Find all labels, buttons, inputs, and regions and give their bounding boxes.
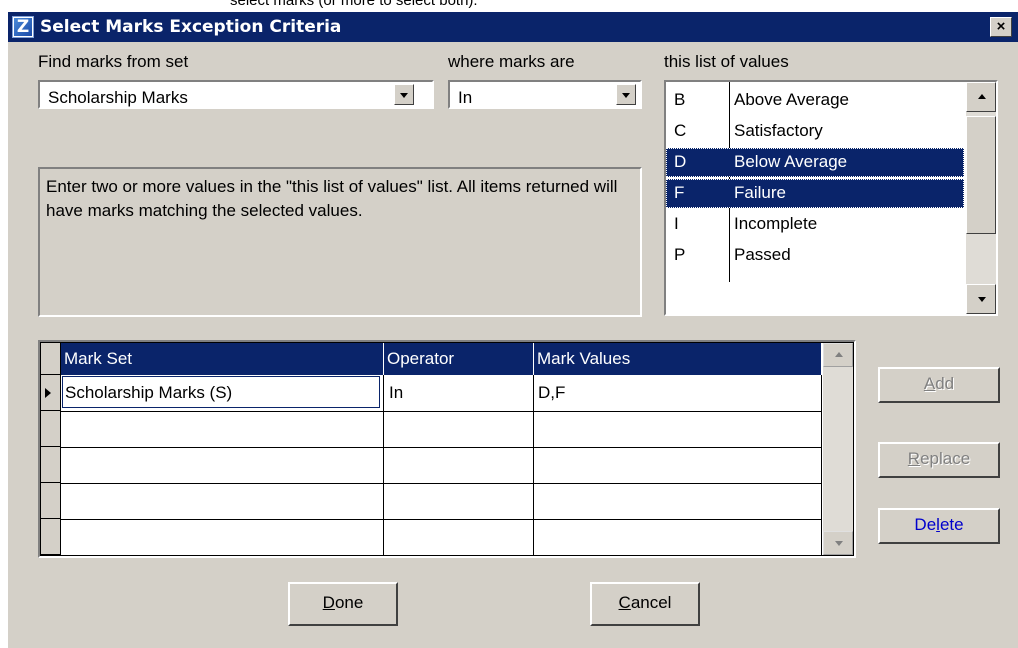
chevron-down-icon (622, 93, 630, 98)
arrow-down-icon (835, 541, 843, 546)
row-selector[interactable] (41, 447, 61, 483)
operator-value: In (458, 88, 473, 107)
column-header-mark-values[interactable]: Mark Values (534, 343, 821, 375)
list-item-code: P (674, 245, 686, 264)
header-corner (41, 343, 61, 375)
criteria-grid[interactable]: Mark Set Operator Mark Values Scholarshi… (38, 340, 856, 558)
list-item-code: C (674, 121, 687, 140)
delete-button[interactable]: Delete (878, 508, 1000, 544)
grid-col-line (383, 375, 384, 555)
window-title: Select Marks Exception Criteria (40, 17, 342, 37)
list-item-code: F (674, 183, 685, 202)
row-selector[interactable] (41, 483, 61, 519)
scroll-down-button[interactable] (966, 284, 996, 314)
grid-col-line (533, 375, 534, 555)
column-header-operator[interactable]: Operator (384, 343, 533, 375)
column-header-mark-set[interactable]: Mark Set (61, 343, 383, 375)
select-marks-dialog: Z Select Marks Exception Criteria × Find… (8, 12, 1018, 648)
mark-set-select[interactable]: Scholarship Marks (38, 80, 434, 109)
list-item-code: I (674, 214, 679, 233)
close-icon: × (996, 18, 1006, 35)
grid-col-line (821, 375, 822, 555)
list-item[interactable]: I Incomplete (666, 210, 964, 239)
list-item-code: B (674, 90, 686, 109)
mark-set-value: Scholarship Marks (48, 88, 188, 107)
cancel-button[interactable]: Cancel (590, 582, 700, 626)
list-item[interactable]: D Below Average (666, 148, 964, 177)
background-caption: select marks (or more to select both). (230, 0, 478, 9)
list-item-description: Below Average (734, 152, 848, 171)
list-item[interactable]: B Above Average (666, 86, 964, 115)
list-item[interactable]: C Satisfactory (666, 117, 964, 146)
done-button[interactable]: Done (288, 582, 398, 626)
grid-row-line (61, 483, 821, 484)
grid-row-line (61, 519, 821, 520)
cell-mark-values[interactable]: D,F (538, 383, 565, 403)
arrow-up-icon (978, 94, 986, 99)
list-item-description: Satisfactory (734, 121, 823, 140)
operator-select[interactable]: In (448, 80, 642, 109)
values-listbox[interactable]: B Above Average C Satisfactory D Below Averag… (664, 80, 998, 316)
scrollbar-track[interactable] (823, 343, 853, 555)
grid-scroll-up-button[interactable] (823, 343, 853, 367)
value-list-label: this list of values (664, 52, 789, 71)
grid-scroll-down-button[interactable] (823, 531, 853, 555)
add-button[interactable]: Add (878, 367, 1000, 403)
operator-dropdown-button[interactable] (616, 84, 636, 105)
cell-operator[interactable]: In (389, 383, 403, 403)
list-item[interactable]: P Passed (666, 241, 964, 270)
list-item-description: Above Average (734, 90, 849, 109)
close-button[interactable]: × (990, 17, 1012, 37)
list-item-code: D (674, 152, 687, 171)
grid-row-line (61, 447, 821, 448)
app-logo-icon: Z (12, 16, 34, 38)
list-item[interactable]: F Failure (666, 179, 964, 208)
replace-button[interactable]: Replace (878, 442, 1000, 478)
list-item-description: Failure (734, 183, 786, 202)
title-bar[interactable]: Z Select Marks Exception Criteria × (8, 12, 1018, 42)
cell-mark-set[interactable]: Scholarship Marks (S) (65, 383, 232, 403)
chevron-down-icon (400, 93, 408, 98)
scroll-up-button[interactable] (966, 82, 996, 112)
find-marks-label: Find marks from set (38, 52, 189, 71)
mark-set-dropdown-button[interactable] (394, 84, 414, 105)
list-item-description: Passed (734, 245, 791, 264)
arrow-down-icon (978, 297, 986, 302)
arrow-up-icon (835, 352, 843, 357)
row-selector[interactable] (41, 519, 61, 555)
current-row-indicator-icon (45, 388, 51, 398)
row-selector-current[interactable] (41, 375, 61, 411)
info-message: Enter two or more values in the "this li… (38, 167, 642, 317)
scrollbar-thumb[interactable] (966, 116, 996, 234)
list-item-description: Incomplete (734, 214, 818, 233)
values-scrollbar[interactable] (966, 82, 996, 314)
where-marks-label: where marks are (448, 52, 575, 71)
grid-row-line (61, 411, 821, 412)
row-selector[interactable] (41, 411, 61, 447)
grid-scrollbar[interactable] (823, 343, 853, 555)
